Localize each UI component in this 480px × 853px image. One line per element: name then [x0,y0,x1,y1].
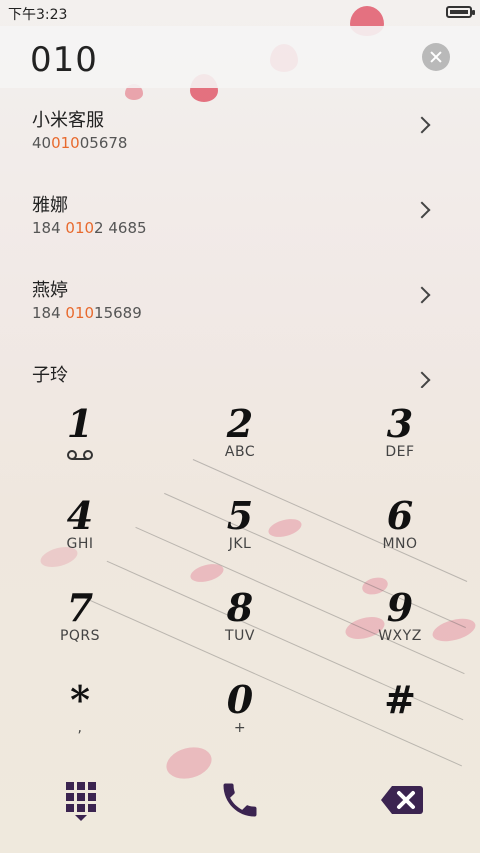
key-4[interactable]: 4 GHI [0,482,160,574]
key-8[interactable]: 8 TUV [160,574,320,666]
phone-icon[interactable] [218,778,262,822]
key-letters: TUV [225,628,255,644]
key-letters: WXYZ [378,628,422,644]
dialpad: 1 2 ABC 3 DEF 4 GHI 5 JKL 6 MNO 7 PQRS 8… [0,390,480,760]
chevron-right-icon[interactable] [413,371,431,388]
contact-number: 184 0102 4685 [32,219,147,237]
key-digit: 7 [66,585,94,630]
status-bar: 下午3:23 [0,0,480,26]
key-0[interactable]: 0 + [160,666,320,758]
contact-result[interactable]: 雅娜 184 0102 4685 [0,173,480,258]
contact-name: 小米客服 [32,110,104,131]
clear-number-button[interactable] [422,43,450,71]
key-letters: PQRS [59,628,101,644]
key-digit: * [70,677,90,722]
key-digit: 1 [66,401,94,446]
battery-icon [446,6,475,18]
chevron-right-icon[interactable] [413,286,431,304]
voicemail-icon [67,450,93,460]
key-9[interactable]: 9 WXYZ [320,574,480,666]
key-5[interactable]: 5 JKL [160,482,320,574]
key-digit: 5 [226,493,254,538]
key-digit: 3 [386,401,414,446]
key-letters: DEF [385,444,415,460]
status-time: 下午3:23 [8,7,68,23]
key-letters: GHI [66,536,94,552]
chevron-right-icon[interactable] [413,201,431,219]
key-2[interactable]: 2 ABC [160,390,320,482]
contact-result[interactable]: 子玲 [0,343,480,388]
contact-name: 雅娜 [32,195,68,216]
key-letters: ABC [224,444,256,460]
key-letters: + [233,720,247,736]
key-letters: , [77,720,83,736]
contact-name: 燕婷 [32,280,68,301]
key-digit: 4 [66,493,94,538]
contact-name: 子玲 [32,365,68,386]
key-digit: 6 [386,493,414,538]
contact-result[interactable]: 小米客服 4001005678 [0,88,480,173]
backspace-icon[interactable] [380,784,424,816]
key-digit: 8 [226,585,254,630]
contact-result[interactable]: 燕婷 184 01015689 [0,258,480,343]
key-3[interactable]: 3 DEF [320,390,480,482]
contact-number: 184 01015689 [32,304,142,322]
contact-results: 小米客服 4001005678 雅娜 184 0102 4685 燕婷 184 … [0,88,480,388]
key-7[interactable]: 7 PQRS [0,574,160,666]
key-digit: # [384,677,416,722]
key-digit: 2 [226,401,254,446]
dialer-action-bar [0,760,480,853]
dialed-number: 010 [30,40,98,80]
key-letters: JKL [228,536,252,552]
chevron-right-icon[interactable] [413,116,431,134]
contact-number: 4001005678 [32,134,128,152]
key-star[interactable]: * , [0,666,160,758]
dialpad-icon[interactable] [66,782,96,821]
key-hash[interactable]: # [320,666,480,758]
key-letters: MNO [382,536,418,552]
key-1[interactable]: 1 [0,390,160,482]
dialed-number-bar: 010 [0,26,480,88]
key-6[interactable]: 6 MNO [320,482,480,574]
key-digit: 0 [226,677,254,722]
key-digit: 9 [386,585,414,630]
